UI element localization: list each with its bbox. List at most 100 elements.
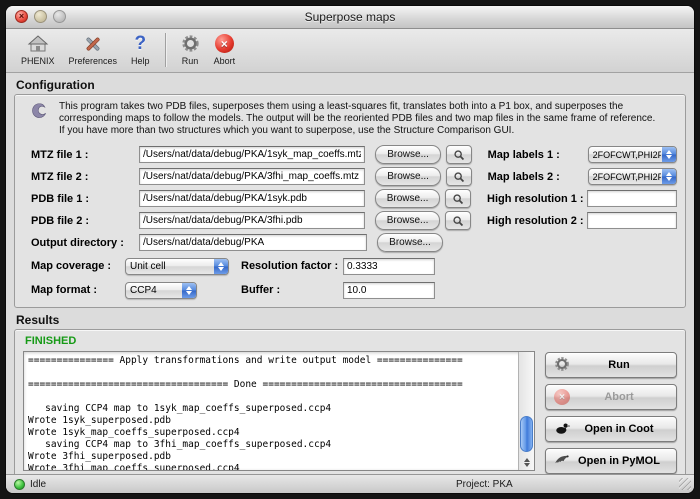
toolbar-abort-button[interactable]: × Abort: [207, 31, 243, 66]
superpose-maps-window: × Superpose maps PHENIX: [6, 6, 694, 493]
resolution-factor-input[interactable]: [343, 258, 435, 275]
pdb-file-2-label: PDB file 2 :: [31, 215, 139, 227]
buffer-input[interactable]: [343, 282, 435, 299]
window-title: Superpose maps: [6, 10, 694, 24]
mtz-file-1-browse-button[interactable]: Browse...: [375, 145, 441, 164]
status-text: Idle: [30, 479, 46, 490]
pdb-file-1-label: PDB file 1 :: [31, 193, 139, 205]
magnifier-icon: [453, 171, 465, 183]
mtz-file-1-input[interactable]: [139, 146, 365, 163]
map-format-dropdown[interactable]: CCP4: [125, 282, 197, 299]
map-coverage-label: Map coverage :: [31, 260, 125, 272]
map-labels-2-dropdown[interactable]: 2FOFCWT,PHI2FOF...: [588, 168, 677, 185]
scrollbar-thumb[interactable]: [520, 416, 533, 452]
mtz-file-1-view-button[interactable]: [446, 145, 472, 164]
toolbar-phenix-button[interactable]: PHENIX: [14, 31, 62, 66]
toolbar-run-button[interactable]: Run: [174, 31, 207, 66]
map-labels-1-label: Map labels 1 :: [488, 149, 588, 161]
map-labels-2-value: 2FOFCWT,PHI2FOF...: [593, 172, 661, 182]
pdb-file-2-browse-button[interactable]: Browse...: [375, 211, 440, 230]
status-finished-label: FINISHED: [25, 335, 677, 347]
toolbar-run-label: Run: [182, 56, 199, 66]
high-resolution-1-label: High resolution 1 :: [487, 193, 587, 205]
mtz-file-2-browse-button[interactable]: Browse...: [375, 167, 441, 186]
abort-button-label: Abort: [570, 391, 668, 403]
magnifier-icon: [452, 215, 464, 227]
toolbar-help-button[interactable]: ? Help: [124, 31, 157, 66]
abort-icon: ×: [215, 32, 234, 55]
console-scrollbar[interactable]: [518, 352, 534, 470]
results-panel: FINISHED =============== Apply transform…: [14, 329, 686, 474]
preferences-tools-icon: [82, 32, 104, 55]
pdb-file-1-browse-button[interactable]: Browse...: [375, 189, 440, 208]
mtz-file-1-row: MTZ file 1 : Browse... Map labels 1 : 2F…: [31, 146, 677, 163]
high-resolution-2-label: High resolution 2 :: [487, 215, 587, 227]
configuration-panel: This program takes two PDB files, superp…: [14, 94, 686, 308]
toolbar-abort-label: Abort: [214, 56, 236, 66]
dropdown-arrows-icon: [182, 283, 196, 298]
buffer-label: Buffer :: [241, 284, 343, 296]
run-gear-icon: [181, 32, 200, 55]
open-in-coot-button[interactable]: Open in Coot: [545, 416, 677, 442]
titlebar[interactable]: × Superpose maps: [6, 6, 694, 29]
mtz-file-2-input[interactable]: [139, 168, 365, 185]
run-gear-icon: [554, 356, 570, 375]
resize-grip[interactable]: [679, 478, 691, 490]
open-in-pymol-label: Open in PyMOL: [570, 455, 668, 467]
map-coverage-dropdown[interactable]: Unit cell: [125, 258, 229, 275]
output-directory-browse-button[interactable]: Browse...: [377, 233, 443, 252]
dropdown-arrows-icon: [662, 147, 676, 162]
magnifier-icon: [453, 149, 465, 161]
console-text: =============== Apply transformations an…: [24, 352, 534, 470]
dropdown-arrows-icon: [214, 259, 228, 274]
output-directory-label: Output directory :: [31, 237, 139, 249]
project-label: Project: PKA: [456, 479, 513, 490]
pdb-file-1-input[interactable]: [139, 190, 365, 207]
abort-button[interactable]: × Abort: [545, 384, 677, 410]
toolbar-help-label: Help: [131, 56, 150, 66]
toolbar-preferences-button[interactable]: Preferences: [62, 31, 125, 66]
pdb-file-2-row: PDB file 2 : Browse... High resolution 2…: [31, 212, 677, 229]
run-button[interactable]: Run: [545, 352, 677, 378]
map-format-label: Map format :: [31, 284, 125, 296]
statusbar: Idle Project: PKA: [6, 474, 694, 493]
toolbar-divider: [165, 33, 166, 67]
action-buttons: Run × Abort: [545, 351, 677, 474]
configuration-section-title: Configuration: [16, 78, 694, 92]
dropdown-arrows-icon: [662, 169, 676, 184]
output-console[interactable]: =============== Apply transformations an…: [23, 351, 535, 471]
phenix-home-icon: [27, 32, 49, 55]
mtz-file-2-row: MTZ file 2 : Browse... Map labels 2 : 2F…: [31, 168, 677, 185]
results-section-title: Results: [16, 313, 694, 327]
content-area: Configuration This program takes two PDB…: [6, 73, 694, 474]
toolbar: PHENIX Preferences ? Help Run: [6, 29, 694, 73]
map-labels-1-dropdown[interactable]: 2FOFCWT,PHI2FOF...: [588, 146, 677, 163]
map-labels-1-value: 2FOFCWT,PHI2FOF...: [593, 150, 661, 160]
program-description: This program takes two PDB files, superp…: [59, 101, 661, 137]
high-resolution-1-input[interactable]: [587, 190, 677, 207]
map-coverage-row: Map coverage : Unit cell Resolution fact…: [31, 257, 677, 275]
coot-bird-icon: [554, 420, 570, 439]
phenix-info-icon: [29, 101, 50, 127]
pdb-file-1-view-button[interactable]: [445, 189, 471, 208]
run-button-label: Run: [570, 359, 668, 371]
output-directory-input[interactable]: [139, 234, 367, 251]
abort-icon: ×: [554, 389, 570, 405]
resolution-factor-label: Resolution factor :: [241, 260, 343, 272]
open-in-pymol-button[interactable]: Open in PyMOL: [545, 448, 677, 474]
help-icon: ?: [135, 32, 147, 55]
mtz-file-1-label: MTZ file 1 :: [31, 149, 139, 161]
high-resolution-2-input[interactable]: [587, 212, 677, 229]
pymol-eagle-icon: [554, 452, 570, 471]
map-format-row: Map format : CCP4 Buffer :: [31, 281, 677, 299]
open-in-coot-label: Open in Coot: [570, 423, 668, 435]
pdb-file-2-input[interactable]: [139, 212, 365, 229]
toolbar-phenix-label: PHENIX: [21, 56, 55, 66]
pdb-file-2-view-button[interactable]: [445, 211, 471, 230]
toolbar-preferences-label: Preferences: [69, 56, 118, 66]
pdb-file-1-row: PDB file 1 : Browse... High resolution 1…: [31, 190, 677, 207]
scrollbar-arrows-icon[interactable]: [519, 456, 534, 469]
mtz-file-2-view-button[interactable]: [446, 167, 472, 186]
magnifier-icon: [452, 193, 464, 205]
output-directory-row: Output directory : Browse...: [31, 234, 677, 251]
